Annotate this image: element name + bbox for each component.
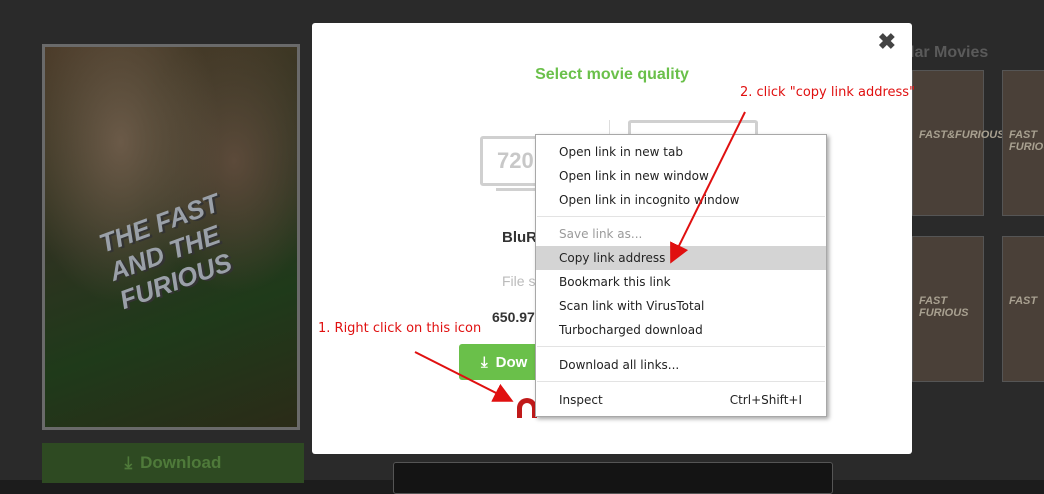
- arrow-step1: [414, 351, 514, 402]
- annotation-arrows: [414, 111, 746, 402]
- arrow-step2: [670, 111, 746, 264]
